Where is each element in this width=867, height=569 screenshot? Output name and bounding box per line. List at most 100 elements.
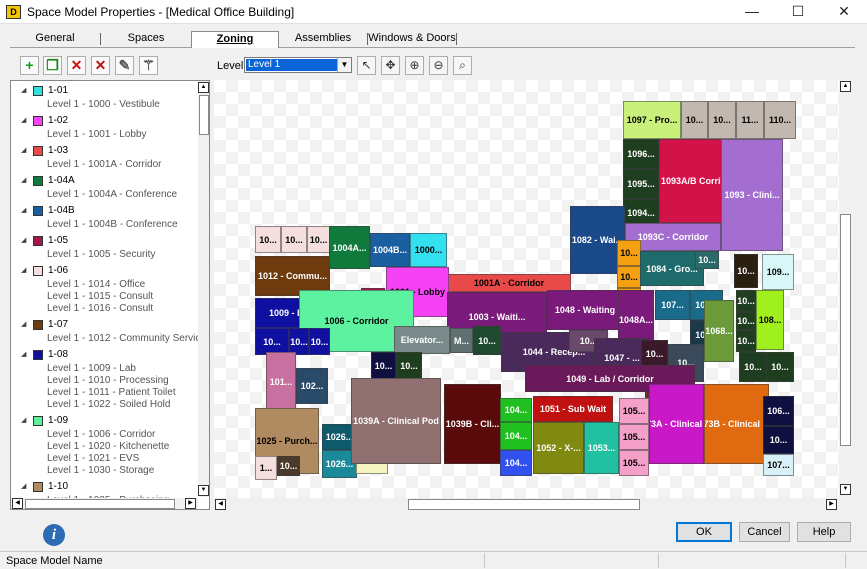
cancel-button[interactable]: Cancel (739, 522, 790, 542)
scroll-up-icon[interactable]: ▲ (198, 82, 209, 93)
tree-zone-1-03[interactable]: ◢ 1-03 (11, 145, 191, 157)
tree-space-item[interactable]: Level 1 - 1020 - Kitchenette (47, 441, 169, 453)
maximize-button[interactable]: ☐ (775, 0, 821, 24)
tree-zone-1-05[interactable]: ◢ 1-05 (11, 235, 191, 247)
room-block[interactable]: 1051 - Sub Wait (533, 396, 613, 422)
expand-arrow-icon[interactable]: ◢ (21, 115, 26, 127)
room-block[interactable]: 1073B - Clinical Pod (704, 384, 769, 464)
tree-scroll-thumb[interactable] (199, 95, 209, 135)
tree-zone-1-02[interactable]: ◢ 1-02 (11, 115, 191, 127)
room-block[interactable]: 10... (617, 266, 641, 288)
expand-arrow-icon[interactable]: ◢ (21, 481, 26, 493)
room-block[interactable]: 10... (739, 352, 767, 382)
room-block[interactable]: 1... (255, 456, 277, 480)
tree-space-item[interactable]: Level 1 - 1009 - Lab (47, 363, 136, 375)
tree-space-item[interactable]: Level 1 - 1015 - Consult (47, 291, 153, 303)
canvas-hscroll-thumb[interactable] (408, 499, 640, 510)
room-block[interactable]: 10... (281, 226, 307, 253)
tree-space-item[interactable]: Level 1 - 1022 - Soiled Hold (47, 399, 170, 411)
room-block[interactable]: 101... (266, 352, 296, 412)
scroll-left-icon[interactable]: ◀ (215, 499, 226, 510)
tree-space-item[interactable]: Level 1 - 1006 - Corridor (47, 429, 155, 441)
room-block[interactable]: 10... (736, 330, 756, 352)
canvas-vertical-scrollbar[interactable]: ▲ ▼ (839, 80, 853, 498)
tree-space-item[interactable]: Level 1 - 1021 - EVS (47, 453, 139, 465)
tree-space-item[interactable]: Level 1 - 1001A - Corridor (47, 159, 162, 171)
room-block[interactable]: 108... (756, 290, 784, 350)
tree-zone-1-07[interactable]: ◢ 1-07 (11, 319, 191, 331)
tree-zone-1-06[interactable]: ◢ 1-06 (11, 265, 191, 277)
help-button[interactable]: Help (797, 522, 851, 542)
expand-arrow-icon[interactable]: ◢ (21, 415, 26, 427)
delete-icon[interactable]: ✕ (67, 56, 86, 75)
room-block[interactable]: 107... (763, 454, 794, 476)
tree-space-item[interactable]: Level 1 - 1014 - Office (47, 279, 145, 291)
tab-assemblies[interactable]: Assemblies (279, 31, 367, 47)
expand-arrow-icon[interactable]: ◢ (21, 349, 26, 361)
expand-arrow-icon[interactable]: ◢ (21, 145, 26, 157)
tree-hscroll-thumb[interactable] (25, 499, 175, 509)
room-block[interactable]: 105... (619, 398, 649, 424)
expand-arrow-icon[interactable]: ◢ (21, 85, 26, 97)
tree-space-item[interactable]: Level 1 - 1016 - Consult (47, 303, 153, 315)
room-block[interactable]: 10... (255, 226, 281, 253)
room-block[interactable]: 104... (500, 450, 532, 476)
zoom-fit-icon[interactable]: ⌕ (453, 56, 472, 75)
room-block[interactable]: M... (450, 328, 473, 353)
room-block[interactable]: 1000... (410, 233, 447, 267)
expand-arrow-icon[interactable]: ◢ (21, 265, 26, 277)
scroll-down-icon[interactable]: ▼ (198, 485, 209, 496)
room-block[interactable]: 109... (762, 254, 794, 290)
room-block[interactable]: 106... (763, 396, 794, 426)
room-block[interactable]: 1073A - Clinical P... (649, 384, 704, 464)
tree-vertical-scrollbar[interactable]: ▲ ▼ (198, 81, 209, 497)
tree-zone-1-08[interactable]: ◢ 1-08 (11, 349, 191, 361)
scroll-up-icon[interactable]: ▲ (840, 81, 851, 92)
pan-icon[interactable]: ✥ (381, 56, 400, 75)
room-block[interactable]: 11... (736, 101, 764, 139)
canvas-horizontal-scrollbar[interactable]: ◀ ▶ (214, 498, 839, 511)
tree-space-item[interactable]: Level 1 - 1012 - Community Services (47, 333, 209, 345)
wand-icon[interactable]: ⚚ (139, 56, 158, 75)
room-block[interactable]: 10... (277, 456, 300, 476)
edit-icon[interactable]: ✎ (115, 56, 134, 75)
expand-arrow-icon[interactable]: ◢ (21, 175, 26, 187)
room-block[interactable]: 110... (764, 101, 796, 139)
tree-zone-1-01[interactable]: ◢ 1-01 (11, 85, 191, 97)
tree-space-item[interactable]: Level 1 - 1004B - Conference (47, 219, 178, 231)
tree-zone-1-10[interactable]: ◢ 1-10 (11, 481, 191, 493)
room-block[interactable]: 1097 - Pro... (623, 101, 681, 139)
tab-general[interactable]: General (10, 31, 100, 47)
zoom-in-icon[interactable]: ⊕ (405, 56, 424, 75)
room-block[interactable]: 10... (641, 340, 668, 367)
room-block[interactable]: 1093 - Clini... (721, 139, 783, 251)
canvas-scroll-thumb[interactable] (840, 214, 851, 446)
scroll-right-icon[interactable]: ▶ (826, 499, 837, 510)
ok-button[interactable]: OK (676, 522, 732, 542)
room-block[interactable]: 1039A - Clinical Pod (351, 378, 441, 464)
delete-item-icon[interactable]: ✕ (91, 56, 110, 75)
room-block[interactable]: 105... (619, 424, 649, 450)
zoom-out-icon[interactable]: ⊖ (429, 56, 448, 75)
room-block[interactable]: 10... (736, 312, 756, 330)
room-block[interactable]: 1048 - Waiting (547, 290, 623, 330)
tree-space-item[interactable]: Level 1 - 1000 - Vestibule (47, 99, 160, 111)
scroll-down-icon[interactable]: ▼ (840, 484, 851, 495)
room-block[interactable]: 107... (655, 290, 690, 320)
room-block[interactable]: 10... (695, 251, 719, 269)
tree-space-item[interactable]: Level 1 - 1005 - Security (47, 249, 155, 261)
room-block[interactable]: 1004B... (370, 233, 410, 267)
tree-space-item[interactable]: Level 1 - 1030 - Storage (47, 465, 154, 477)
tab-spaces[interactable]: Spaces (101, 31, 191, 47)
room-block[interactable]: 104... (500, 422, 532, 450)
room-block[interactable]: 10... (763, 426, 794, 454)
tree-space-item[interactable]: Level 1 - 1010 - Processing (47, 375, 169, 387)
room-block[interactable]: 10... (617, 240, 641, 266)
expand-arrow-icon[interactable]: ◢ (21, 319, 26, 331)
expand-arrow-icon[interactable]: ◢ (21, 235, 26, 247)
room-block[interactable]: 1068... (704, 300, 734, 362)
add-icon[interactable]: + (20, 56, 39, 75)
room-block[interactable]: 10... (309, 328, 330, 355)
room-block[interactable]: 1004A... (329, 226, 370, 269)
copy-icon[interactable]: ❐ (43, 56, 62, 75)
